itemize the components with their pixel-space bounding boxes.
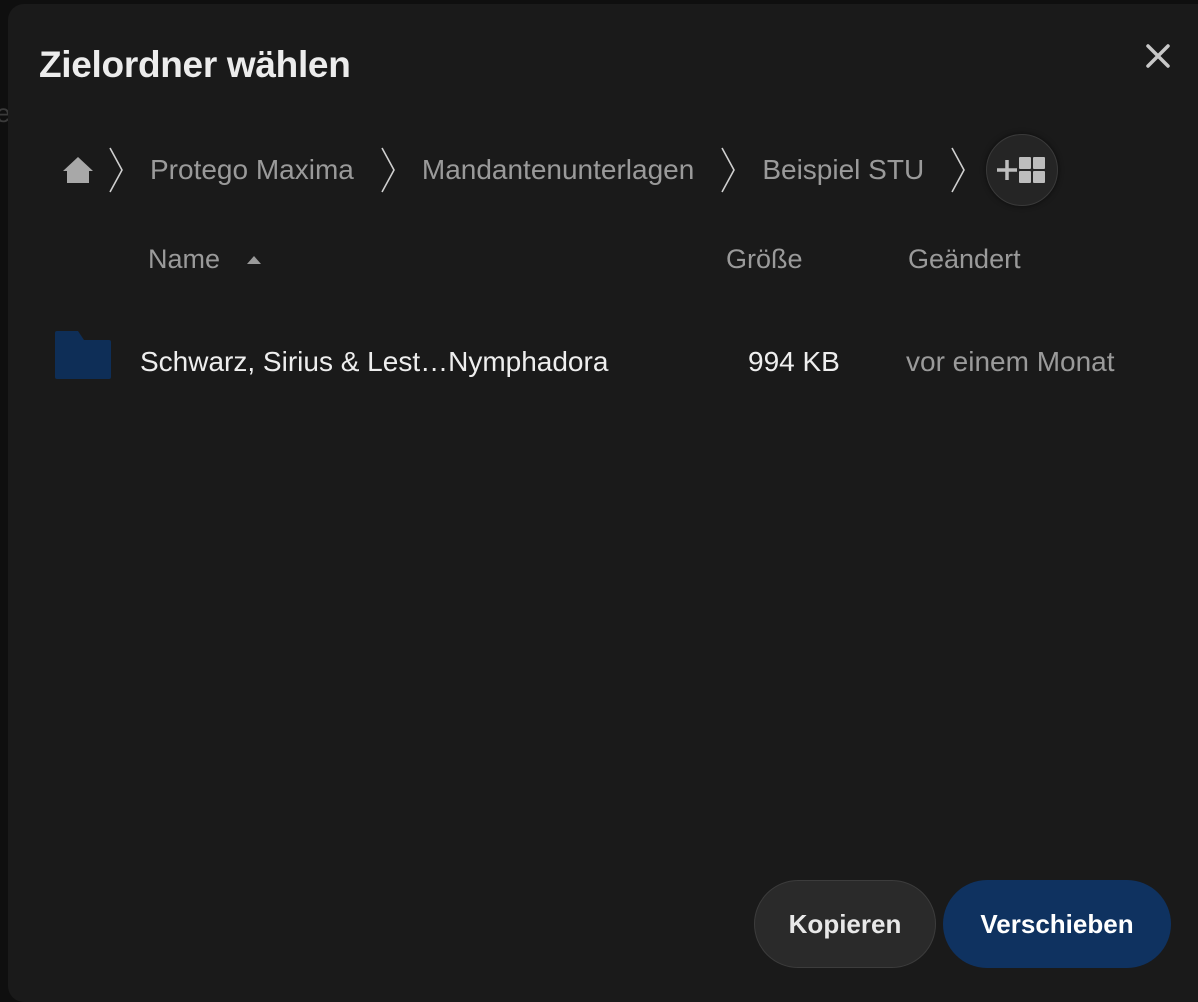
table-row[interactable]: Schwarz, Sirius & Lest…Nymphadora 994 KB… [8,314,1198,410]
chevron-right-icon [102,142,130,198]
dialog-title: Zielordner wählen [39,44,351,85]
breadcrumb-item-protego-maxima[interactable]: Protego Maxima [130,154,374,186]
chevron-right-icon [714,142,742,198]
chevron-right-icon [944,142,972,198]
new-folder-button[interactable] [986,134,1059,206]
column-header-size[interactable]: Größe [726,244,803,275]
column-header-name-label: Name [148,244,221,274]
sort-ascending-icon [247,255,262,264]
chevron-right-icon [374,142,402,198]
breadcrumb: Protego Maxima Mandantenunterlagen Beisp… [54,132,1059,208]
breadcrumb-home[interactable] [54,146,102,194]
row-name: Schwarz, Sirius & Lest…Nymphadora [140,346,609,377]
move-copy-dialog: Zielordner wählen Protego Maxima Mandant… [8,4,1198,1002]
table-header: Name Größe Geändert [8,244,1198,288]
close-icon [1146,44,1170,68]
row-modified: vor einem Monat [906,346,1115,377]
close-button[interactable] [1140,38,1176,74]
move-button[interactable]: Verschieben [943,880,1171,968]
copy-button[interactable]: Kopieren [754,880,936,968]
column-header-name[interactable]: Name [148,244,262,275]
column-header-modified[interactable]: Geändert [908,244,1021,275]
row-size: 994 KB [748,346,840,377]
folder-icon [55,331,111,379]
home-icon [63,157,93,183]
breadcrumb-item-mandantenunterlagen[interactable]: Mandantenunterlagen [402,154,714,186]
add-folder-icon [997,157,1046,183]
breadcrumb-item-beispiel-stu[interactable]: Beispiel STU [742,154,944,186]
